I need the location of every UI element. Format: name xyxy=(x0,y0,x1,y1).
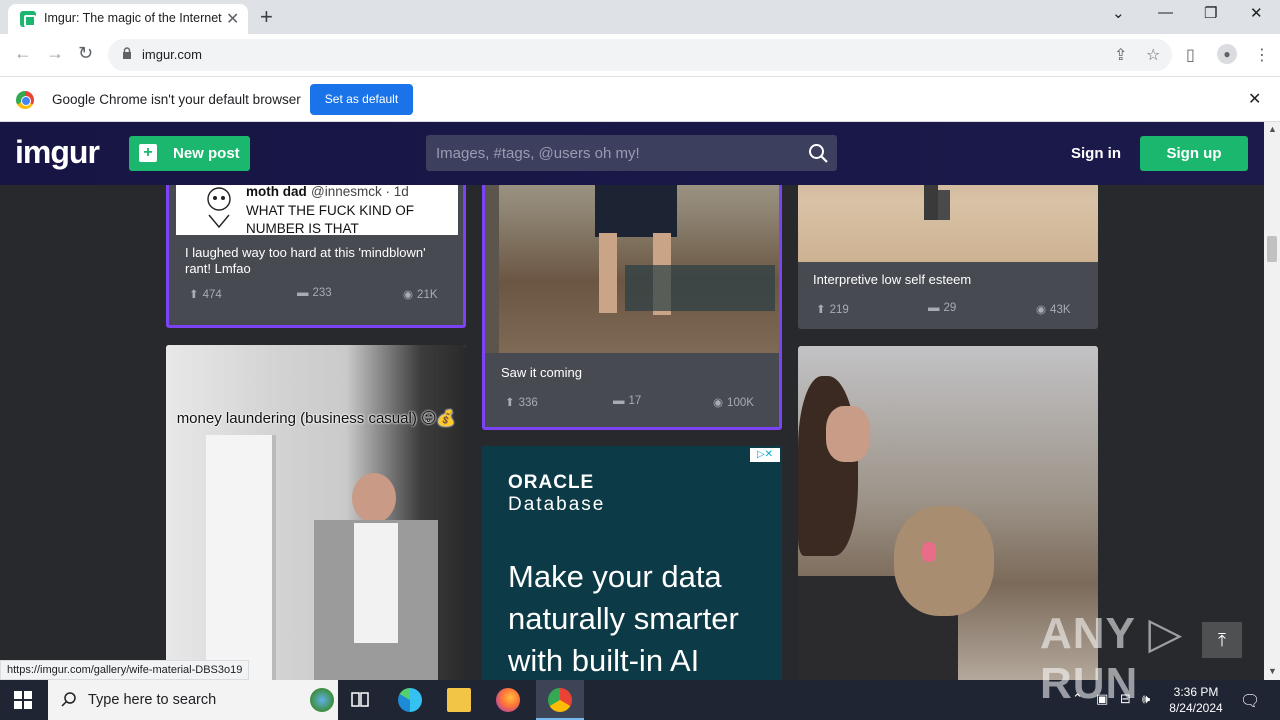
chrome-taskbar-button[interactable] xyxy=(536,680,584,720)
forward-arrow-icon[interactable]: → xyxy=(46,43,64,64)
upvote-arrow-icon: ⬆ xyxy=(505,397,515,409)
reload-icon[interactable]: ↻ xyxy=(78,43,93,64)
eye-icon: ◉ xyxy=(403,289,414,301)
comment-bubble-icon: ▬ xyxy=(297,287,309,299)
edge-browser-icon[interactable] xyxy=(398,688,422,712)
card-stats: ⬆ 474 ▬ 233 ◉ 21K xyxy=(169,287,463,303)
upvote-stat[interactable]: ⬆ 336 xyxy=(505,395,538,409)
tab-search-chevron-icon[interactable]: ⌄ xyxy=(1112,4,1125,22)
tweet-author-name: moth dad xyxy=(246,184,307,199)
ad-brand: ORACLE xyxy=(508,472,595,493)
comment-stat: ▬ 17 xyxy=(613,395,642,407)
comment-stat: ▬ 233 xyxy=(297,287,332,299)
more-menu-icon[interactable]: ⋮ xyxy=(1254,45,1270,65)
card-title: Interpretive low self esteem xyxy=(813,272,972,287)
plus-icon: + xyxy=(139,144,157,162)
card-title: I laughed way too hard at this 'mindblow… xyxy=(185,245,426,276)
tweet-text: WHAT THE FUCK KIND OF NUMBER IS THAT xyxy=(246,203,415,236)
imgur-favicon-icon xyxy=(20,11,36,27)
page-viewport: moth dad @innesmck · 1d WHAT THE FUCK KI… xyxy=(0,122,1280,680)
imgur-header: imgur + New post Images, #tags, @users o… xyxy=(0,122,1264,185)
upvote-stat[interactable]: ⬆ 474 xyxy=(189,287,222,301)
upvote-arrow-icon: ⬆ xyxy=(189,289,199,301)
card-caption: money laundering (business casual) 😛💰 xyxy=(176,410,456,427)
ad-choices-badge[interactable]: ▷✕ xyxy=(750,448,780,462)
eye-icon: ◉ xyxy=(1036,304,1047,316)
close-window-button[interactable]: ✕ xyxy=(1250,4,1263,22)
imgur-logo[interactable]: imgur xyxy=(15,134,100,171)
comment-bubble-icon: ▬ xyxy=(928,302,940,314)
address-bar[interactable]: imgur.com xyxy=(108,39,1172,71)
side-panel-icon[interactable]: ▯ xyxy=(1186,45,1195,65)
chrome-logo-icon xyxy=(16,91,34,109)
gallery-card[interactable]: money laundering (business casual) 😛💰 xyxy=(166,345,466,680)
restore-button[interactable]: ❐ xyxy=(1204,4,1217,22)
ad-headline: Make your data naturally smarter with bu… xyxy=(508,559,739,678)
firefox-icon[interactable] xyxy=(496,688,520,712)
set-as-default-button[interactable]: Set as default xyxy=(310,84,413,115)
scroll-thumb[interactable] xyxy=(1267,236,1277,262)
comment-bubble-icon: ▬ xyxy=(613,395,625,407)
default-browser-infobar: Google Chrome isn't your default browser… xyxy=(0,76,1280,122)
upvote-stat[interactable]: ⬆ 219 xyxy=(816,302,849,316)
back-to-top-button[interactable]: ⤒ xyxy=(1202,622,1242,658)
views-stat: ◉ 100K xyxy=(713,397,754,409)
share-icon[interactable]: ⇪ xyxy=(1114,45,1127,65)
profile-avatar-icon[interactable]: ● xyxy=(1217,44,1237,64)
card-stats: ⬆ 219 ▬ 29 ◉ 43K xyxy=(798,302,1098,318)
new-tab-button[interactable]: + xyxy=(260,4,273,30)
bookmark-star-icon[interactable]: ☆ xyxy=(1146,45,1160,65)
url-text: imgur.com xyxy=(142,47,202,62)
windows-start-icon[interactable] xyxy=(14,691,32,709)
ad-product: Database xyxy=(508,494,606,515)
sign-up-button[interactable]: Sign up xyxy=(1140,136,1248,171)
comment-stat: ▬ 29 xyxy=(928,302,957,314)
oracle-ad[interactable]: ▷✕ ORACLE Database Make your data natura… xyxy=(482,446,782,680)
status-bar-url: https://imgur.com/gallery/wife-material-… xyxy=(0,660,250,680)
taskbar-search-box[interactable]: Type here to search xyxy=(48,680,338,720)
search-placeholder: Images, #tags, @users oh my! xyxy=(436,145,640,162)
tweet-handle: @innesmck · 1d xyxy=(311,184,409,199)
taskbar-search-placeholder: Type here to search xyxy=(88,692,217,708)
card-title: Saw it coming xyxy=(501,365,582,380)
tab-title: Imgur: The magic of the Internet xyxy=(44,11,222,25)
site-search-input[interactable]: Images, #tags, @users oh my! xyxy=(426,135,837,171)
sign-in-link[interactable]: Sign in xyxy=(1071,145,1121,162)
infobar-close-icon[interactable]: ✕ xyxy=(1248,89,1261,109)
browser-tabstrip: Imgur: The magic of the Internet ✕ + ⌄ —… xyxy=(0,0,1280,34)
upvote-arrow-icon: ⬆ xyxy=(816,304,826,316)
infobar-message: Google Chrome isn't your default browser xyxy=(52,92,301,107)
minimize-button[interactable]: — xyxy=(1158,4,1173,21)
eye-icon: ◉ xyxy=(713,397,724,409)
card-stats: ⬆ 336 ▬ 17 ◉ 100K xyxy=(485,395,779,411)
task-view-icon[interactable] xyxy=(348,688,372,712)
lock-icon xyxy=(123,47,131,59)
search-icon[interactable] xyxy=(808,143,828,163)
page-scrollbar[interactable]: ▲ ▼ xyxy=(1264,122,1280,680)
file-explorer-icon[interactable] xyxy=(447,688,471,712)
scroll-up-arrow-icon[interactable]: ▲ xyxy=(1268,124,1277,134)
browser-toolbar: ← → ↻ imgur.com ⇪ ☆ ▯ ● ⋮ xyxy=(0,34,1280,76)
search-highlight-globe-icon xyxy=(310,688,334,712)
avatar-sketch-icon xyxy=(207,187,231,229)
browser-tab-imgur[interactable]: Imgur: The magic of the Internet ✕ xyxy=(8,4,248,34)
views-stat: ◉ 43K xyxy=(1036,304,1071,316)
new-post-label: New post xyxy=(173,145,240,162)
search-icon xyxy=(61,692,76,707)
tab-close-icon[interactable]: ✕ xyxy=(226,9,239,29)
views-stat: ◉ 21K xyxy=(403,289,438,301)
back-arrow-icon[interactable]: ← xyxy=(14,43,32,64)
chrome-icon xyxy=(548,688,572,712)
anyrun-watermark: ANY ▷ RUN xyxy=(1040,609,1184,708)
card-thumbnail-woman xyxy=(166,345,466,680)
new-post-button[interactable]: + New post xyxy=(129,136,250,171)
